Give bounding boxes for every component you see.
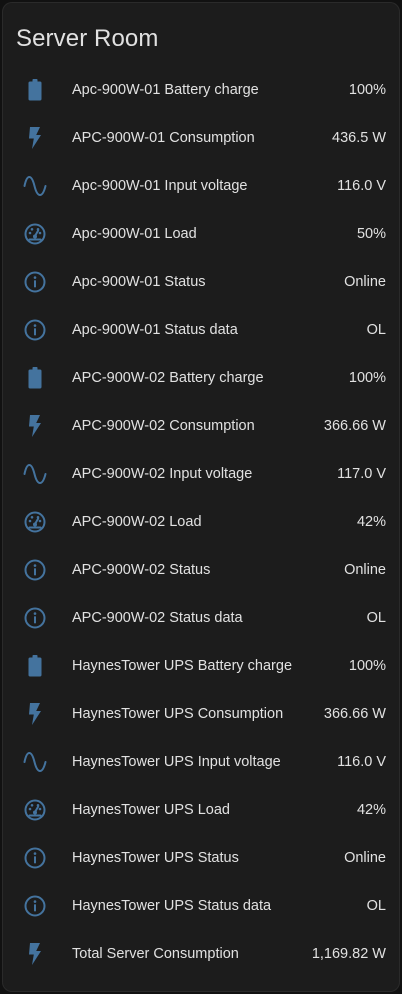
entity-name: APC-900W-02 Input voltage (72, 466, 253, 482)
entity-row-apc-900w-01-status[interactable]: Apc-900W-01 Status Online (2, 258, 400, 306)
entity-state: 42% (356, 802, 386, 818)
info-icon (22, 558, 48, 582)
entity-state: 100% (348, 658, 386, 674)
entity-state: 100% (348, 82, 386, 98)
entity-list: Apc-900W-01 Battery charge 100% APC-900W-0… (2, 66, 400, 978)
entity-name: HaynesTower UPS Status data (72, 898, 272, 914)
flash-icon (22, 414, 48, 438)
entity-row-apc-900w-02-status-data[interactable]: APC-900W-02 Status data OL (2, 594, 400, 642)
gauge-icon (22, 798, 48, 822)
entity-state: 100% (348, 370, 386, 386)
entity-name: APC-900W-01 Consumption (72, 130, 255, 146)
entity-name: APC-900W-02 Status (72, 562, 211, 578)
sine-wave-icon (22, 174, 48, 198)
entity-name: APC-900W-02 Battery charge (72, 370, 264, 386)
flash-icon (22, 942, 48, 966)
flash-icon (22, 126, 48, 150)
entity-row-apc-900w-02-consumption[interactable]: APC-900W-02 Consumption 366.66 W (2, 402, 400, 450)
entity-row-haynestower-ups-consumption[interactable]: HaynesTower UPS Consumption 366.66 W (2, 690, 400, 738)
entity-name: Apc-900W-01 Input voltage (72, 178, 248, 194)
info-icon (22, 846, 48, 870)
entity-name: Apc-900W-01 Status data (72, 322, 238, 338)
entity-row-haynestower-ups-input-voltage[interactable]: HaynesTower UPS Input voltage 116.0 V (2, 738, 400, 786)
entity-state: Online (344, 850, 386, 866)
gauge-icon (22, 222, 48, 246)
entity-name: HaynesTower UPS Input voltage (72, 754, 281, 770)
entity-name: HaynesTower UPS Load (72, 802, 230, 818)
entity-row-apc-900w-02-battery-charge[interactable]: APC-900W-02 Battery charge 100% (2, 354, 400, 402)
entity-state: Online (344, 274, 386, 290)
sine-wave-icon (22, 462, 48, 486)
entity-row-apc-900w-01-consumption[interactable]: APC-900W-01 Consumption 436.5 W (2, 114, 400, 162)
entity-name: APC-900W-02 Load (72, 514, 202, 530)
entity-row-haynestower-ups-status-data[interactable]: HaynesTower UPS Status data OL (2, 882, 400, 930)
entity-name: Apc-900W-01 Battery charge (72, 82, 259, 98)
entity-row-haynestower-ups-load[interactable]: HaynesTower UPS Load 42% (2, 786, 400, 834)
server-room-card: Server Room Apc-900W-01 Battery charge 10… (2, 2, 400, 992)
card-title: Server Room (16, 25, 159, 52)
entity-name: Apc-900W-01 Status (72, 274, 206, 290)
entity-state: Online (344, 562, 386, 578)
entity-row-haynestower-ups-status[interactable]: HaynesTower UPS Status Online (2, 834, 400, 882)
entity-row-apc-900w-01-status-data[interactable]: Apc-900W-01 Status data OL (2, 306, 400, 354)
entity-state: 50% (356, 226, 386, 242)
battery-icon (22, 654, 48, 678)
entity-row-apc-900w-02-status[interactable]: APC-900W-02 Status Online (2, 546, 400, 594)
entity-state: 117.0 V (337, 466, 386, 482)
entity-name: Total Server Consumption (72, 946, 239, 962)
entity-state: 116.0 V (337, 754, 386, 770)
entity-row-apc-900w-01-load[interactable]: Apc-900W-01 Load 50% (2, 210, 400, 258)
entity-state: 366.66 W (323, 706, 386, 722)
battery-icon (22, 78, 48, 102)
entity-name: HaynesTower UPS Status (72, 850, 239, 866)
entity-row-apc-900w-02-input-voltage[interactable]: APC-900W-02 Input voltage 117.0 V (2, 450, 400, 498)
flash-icon (22, 702, 48, 726)
entity-name: HaynesTower UPS Consumption (72, 706, 284, 722)
info-icon (22, 270, 48, 294)
entity-state: OL (366, 610, 386, 626)
sine-wave-icon (22, 750, 48, 774)
entity-state: OL (366, 898, 386, 914)
info-icon (22, 318, 48, 342)
entity-state: 1,169.82 W (311, 946, 386, 962)
entity-name: Apc-900W-01 Load (72, 226, 197, 242)
entity-state: 42% (356, 514, 386, 530)
entity-row-apc-900w-01-battery-charge[interactable]: Apc-900W-01 Battery charge 100% (2, 66, 400, 114)
battery-icon (22, 366, 48, 390)
entity-row-total-server-consumption[interactable]: Total Server Consumption 1,169.82 W (2, 930, 400, 978)
entity-name: APC-900W-02 Consumption (72, 418, 255, 434)
entity-state: OL (366, 322, 386, 338)
entity-state: 366.66 W (323, 418, 386, 434)
info-icon (22, 606, 48, 630)
entity-state: 116.0 V (337, 178, 386, 194)
entity-state: 436.5 W (332, 130, 386, 146)
entity-name: APC-900W-02 Status data (72, 610, 243, 626)
entity-row-apc-900w-01-input-voltage[interactable]: Apc-900W-01 Input voltage 116.0 V (2, 162, 400, 210)
entity-row-apc-900w-02-load[interactable]: APC-900W-02 Load 42% (2, 498, 400, 546)
info-icon (22, 894, 48, 918)
gauge-icon (22, 510, 48, 534)
entity-row-haynestower-ups-battery-charge[interactable]: HaynesTower UPS Battery charge 100% (2, 642, 400, 690)
entity-name: HaynesTower UPS Battery charge (72, 658, 293, 674)
